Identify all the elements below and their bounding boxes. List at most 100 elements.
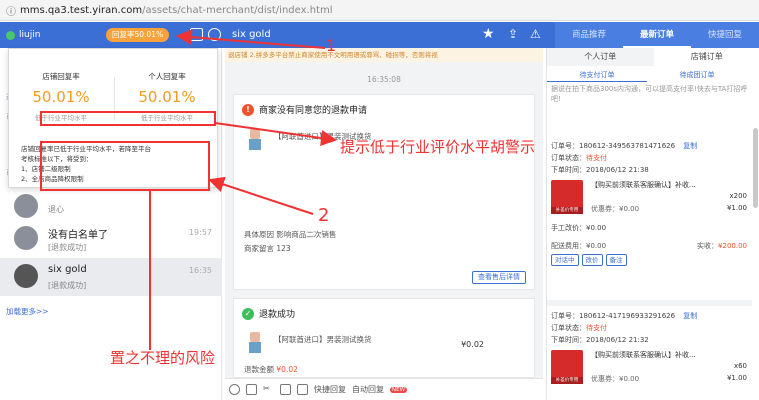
card-header: ! 商家没有同意您的退款申请 bbox=[242, 103, 367, 116]
refund-amount: ¥0.02 bbox=[276, 365, 298, 374]
order-card: 订单号：180612-349563781471626 复制 订单状态：待支付 下… bbox=[551, 140, 747, 266]
order-status-label: 订单状态： bbox=[551, 154, 586, 162]
order-status-row: 订单状态：待支付 bbox=[551, 322, 747, 334]
chat-title: six gold bbox=[232, 29, 271, 40]
order-status: 待支付 bbox=[586, 324, 607, 332]
order-time: 下单时间：2018/06/12 21:32 bbox=[551, 336, 649, 344]
url-host: mms.qa3.test.yiran.com bbox=[20, 4, 143, 16]
edit-icon[interactable] bbox=[280, 384, 291, 395]
store-rate-value: 50.01% bbox=[32, 88, 90, 106]
reason-label: 具体原因 bbox=[244, 230, 274, 239]
online-status-icon bbox=[6, 30, 15, 40]
remark-button[interactable]: 备注 bbox=[605, 254, 627, 266]
tab-latest-orders[interactable]: 最新订单 bbox=[623, 22, 691, 48]
list-item[interactable]: 没有白名单了 [退款成功] 19:57 bbox=[0, 220, 222, 258]
chat-area: 退店铺 2.拼多多平台禁止商家使用不文明用语或辱骂、碰拐等，否则将视 16:35… bbox=[225, 48, 543, 400]
thumb-caption: 补差价专用 bbox=[551, 207, 583, 214]
note-text: 123 bbox=[276, 244, 291, 253]
thumb-caption: 补差价专用 bbox=[551, 377, 583, 384]
item-thumbnail: 补差价专用 bbox=[551, 350, 583, 384]
avatar bbox=[14, 226, 38, 250]
product-thumbnail bbox=[244, 127, 266, 151]
personal-rate-label: 个人回复率 bbox=[148, 72, 186, 81]
right-tabs: 商品推荐 最新订单 快捷回复 bbox=[555, 22, 759, 48]
address-bar[interactable]: ⓘ mms.qa3.test.yiran.com /assets/chat-me… bbox=[0, 0, 759, 21]
annotation-warning: 提示低于行业评价水平胡警示 bbox=[340, 138, 536, 156]
annotation-box-notes bbox=[40, 111, 216, 126]
input-toolbar: ✂ 快捷回复 自动回复 NEW bbox=[225, 378, 543, 400]
card-title: 商家没有同意您的退款申请 bbox=[259, 106, 368, 116]
tab-unpaid-orders[interactable]: 待支付订单 bbox=[547, 68, 647, 82]
session-time: 19:57 bbox=[188, 228, 212, 237]
order-time: 下单时间：2018/06/12 21:38 bbox=[551, 166, 649, 174]
tab-store-orders[interactable]: 店铺订单 bbox=[653, 48, 759, 66]
annotation-label-1: 1 bbox=[326, 36, 337, 55]
copy-link[interactable]: 复制 bbox=[683, 142, 697, 150]
load-more-link[interactable]: 加载更多>> bbox=[6, 306, 49, 317]
paid-label: 实收： bbox=[697, 242, 719, 250]
tab-quick-reply[interactable]: 快捷回复 bbox=[691, 22, 759, 48]
product-thumbnail bbox=[244, 330, 266, 354]
alert-icon: ! bbox=[242, 103, 254, 116]
user-status[interactable]: liujin bbox=[6, 22, 40, 48]
change-price-button[interactable]: 改价 bbox=[581, 254, 603, 266]
product-name: 【阿联酋进口】男装测试换货 bbox=[274, 335, 372, 344]
like-icon[interactable] bbox=[297, 384, 308, 395]
order-actions: 对话中 改价 备注 bbox=[551, 254, 747, 266]
chatting-button[interactable]: 对话中 bbox=[551, 254, 579, 266]
reason-text: 影响商品二次销售 bbox=[276, 230, 337, 239]
handling-fee: 手工改价：¥0.00 bbox=[551, 224, 607, 232]
refund-rejected-card: ! 商家没有同意您的退款申请 【阿联酋进口】男装测试换货 具体原因 影响商品二次… bbox=[233, 94, 535, 290]
share-icon[interactable]: ⇪ bbox=[508, 27, 518, 41]
username: liujin bbox=[19, 30, 41, 40]
info-icon[interactable]: ⓘ bbox=[6, 3, 16, 18]
paid-amount: ¥200.00 bbox=[718, 242, 747, 250]
personal-rate-value: 50.01% bbox=[138, 88, 196, 106]
scissors-icon[interactable]: ✂ bbox=[263, 384, 274, 395]
check-icon: ✓ bbox=[242, 307, 254, 320]
image-icon[interactable] bbox=[246, 384, 257, 395]
avatar bbox=[14, 194, 38, 218]
star-icon[interactable]: ★ bbox=[482, 26, 495, 42]
item-name: 【购买前须联系客服确认】补收... bbox=[591, 181, 696, 189]
order-type-tabs: 个人订单 店铺订单 bbox=[547, 48, 759, 66]
reason-line: 具体原因 影响商品二次销售 bbox=[244, 229, 336, 240]
order-number-row: 订单号：180612-349563781471626 复制 bbox=[551, 140, 747, 152]
order-item: 补差价专用 【购买前须联系客服确认】补收... x60 优惠券：¥0.00 ¥1… bbox=[551, 348, 747, 392]
tab-personal-orders[interactable]: 个人订单 bbox=[547, 48, 654, 66]
session-sub: [退款成功] bbox=[48, 281, 87, 290]
session-sub: 退心 bbox=[48, 205, 64, 214]
scrollbar[interactable] bbox=[753, 128, 758, 208]
annotation-risk: 置之不理的风险 bbox=[110, 349, 216, 367]
session-time: 16:35 bbox=[188, 266, 212, 275]
view-aftersale-button[interactable]: 查看售后详情 bbox=[472, 271, 526, 284]
avatar bbox=[14, 264, 38, 288]
refund-success-detail: 【阿联酋进口】男装测试换货 ¥0.02 退款金额 ¥0.02 bbox=[233, 328, 535, 378]
session-sub: [退款成功] bbox=[48, 243, 87, 252]
quick-reply-button[interactable]: 快捷回复 bbox=[314, 384, 346, 395]
card-title: 退款成功 bbox=[259, 310, 296, 320]
product-price: ¥0.02 bbox=[461, 340, 484, 349]
reply-rate-badge[interactable]: 回复率50.01% bbox=[106, 28, 170, 42]
auto-reply-button[interactable]: 自动回复 bbox=[352, 384, 384, 395]
top-bar: liujin 回复率50.01% six gold ★ ⇪ ⚠ 商品推荐 最新订… bbox=[0, 22, 759, 48]
session-name: 没有白名单了 bbox=[48, 230, 108, 241]
refund-amount-label: 退款金额 bbox=[244, 365, 274, 374]
note-label: 商家留言 bbox=[244, 244, 274, 253]
tab-product-recommend[interactable]: 商品推荐 bbox=[555, 22, 623, 48]
order-panel: 个人订单 店铺订单 待支付订单 待成团订单 据说在拍下商品300s内沟通，可以提… bbox=[546, 48, 759, 400]
item-unit-price: ¥1.00 bbox=[726, 374, 747, 382]
order-status-label: 订单状态： bbox=[551, 324, 586, 332]
tab-group-orders[interactable]: 待成团订单 bbox=[647, 68, 747, 82]
message-icon[interactable] bbox=[190, 28, 203, 41]
refund-amount-line: 退款金额 ¥0.02 bbox=[244, 364, 298, 375]
order-item: 补差价专用 【购买前须联系客服确认】补收... x200 优惠券：¥0.00 ¥… bbox=[551, 178, 747, 222]
order-tip: 据说在拍下商品300s内沟通，可以提高支付率!快去与TA打招呼吧! bbox=[551, 85, 748, 103]
settings-icon[interactable] bbox=[208, 28, 221, 41]
copy-link[interactable]: 复制 bbox=[683, 312, 697, 320]
warning-icon[interactable]: ⚠ bbox=[530, 27, 541, 41]
emoji-icon[interactable] bbox=[229, 384, 240, 395]
item-qty: x60 bbox=[733, 362, 747, 370]
url-path: /assets/chat-merchant/dist/index.html bbox=[142, 4, 333, 16]
list-item-active[interactable]: six gold [退款成功] 16:35 bbox=[0, 258, 222, 296]
